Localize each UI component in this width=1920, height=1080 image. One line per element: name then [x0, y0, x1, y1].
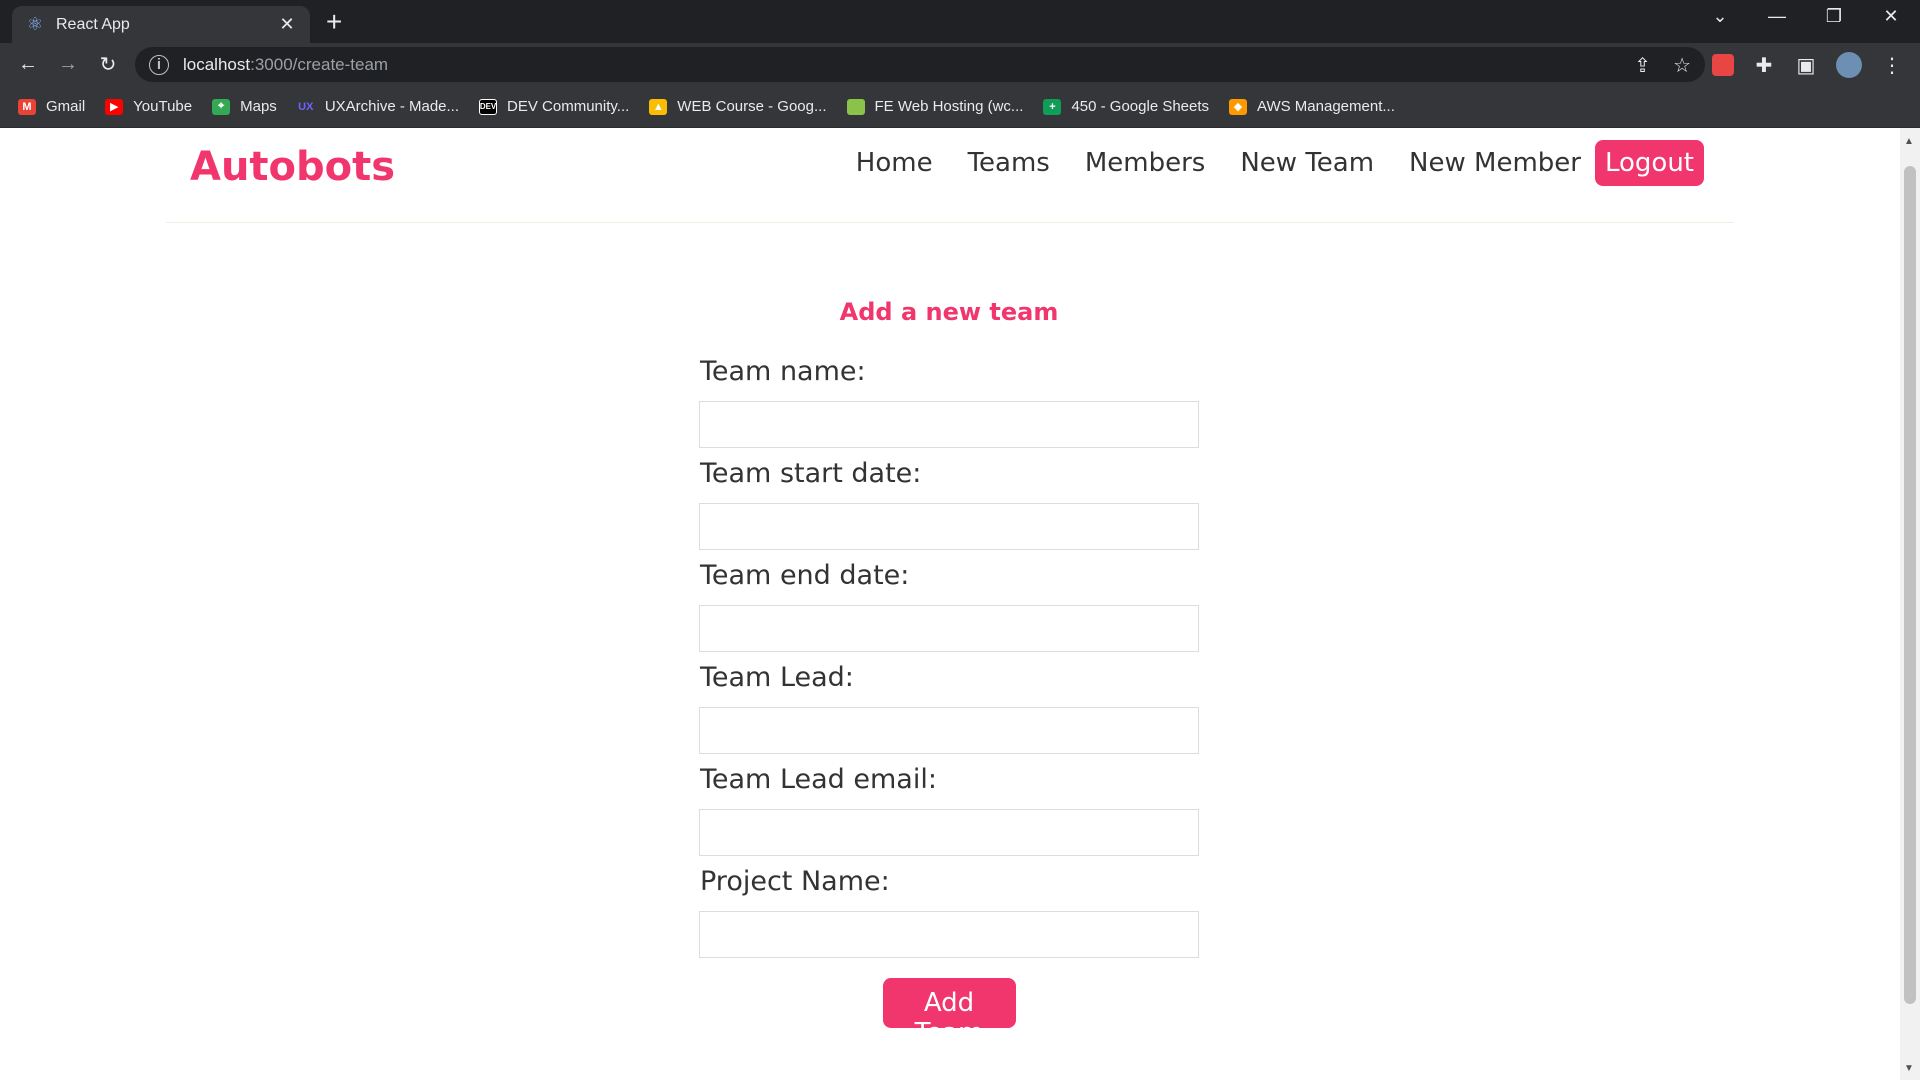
- create-team-form: Add a new team Team name: Team start dat…: [699, 298, 1199, 1048]
- gmail-icon: M: [18, 98, 36, 115]
- forward-icon[interactable]: →: [48, 53, 88, 76]
- team-lead-input[interactable]: [699, 707, 1199, 754]
- bookmark-sheets[interactable]: +450 - Google Sheets: [1043, 98, 1209, 115]
- submit-wrapper: Add Team: [699, 978, 1199, 1048]
- site-info-icon[interactable]: i: [149, 54, 169, 75]
- brand-logo[interactable]: Autobots: [190, 144, 395, 190]
- maps-icon: ⌖: [212, 98, 231, 115]
- extension-icon[interactable]: [1712, 54, 1734, 76]
- add-team-button[interactable]: Add Team: [882, 978, 1016, 1048]
- logout-button[interactable]: Logout: [1594, 140, 1704, 186]
- extensions-puzzle-icon[interactable]: ✚: [1752, 53, 1776, 78]
- nav-link-teams[interactable]: Teams: [968, 148, 1050, 178]
- team-lead-label: Team Lead:: [700, 662, 854, 693]
- bookmark-youtube[interactable]: ▶ YouTube: [105, 98, 192, 115]
- team-name-input[interactable]: [699, 401, 1199, 448]
- bookmark-label: Maps: [240, 98, 277, 115]
- reload-icon[interactable]: ↻: [88, 52, 128, 77]
- url-path: :3000/create-team: [250, 54, 389, 74]
- nav-links: Home Teams Members New Team New Member L…: [821, 140, 1704, 186]
- nav-link-home[interactable]: Home: [856, 148, 933, 178]
- tab-search-icon[interactable]: ⌄: [1700, 6, 1740, 27]
- bookmarks-bar: M Gmail ▶ YouTube ⌖ Maps UX UXArchive - Made…: [0, 86, 1920, 128]
- project-name-label: Project Name:: [700, 866, 890, 897]
- team-name-label: Team name:: [700, 356, 866, 387]
- bookmark-dev[interactable]: DEV DEV Community...: [479, 98, 629, 115]
- page-title: Add a new team: [839, 298, 1059, 326]
- page-icon: [846, 98, 865, 115]
- bookmark-fe-hosting[interactable]: FE Web Hosting (wc...: [846, 98, 1024, 115]
- side-panel-icon[interactable]: ▣: [1794, 53, 1818, 78]
- close-window-icon[interactable]: ✕: [1871, 6, 1911, 27]
- browser-tab[interactable]: ⚛ React App ✕: [12, 6, 310, 43]
- bookmark-star-icon[interactable]: ☆: [1673, 53, 1691, 78]
- project-name-input[interactable]: [699, 911, 1199, 958]
- team-start-date-label: Team start date:: [700, 458, 922, 489]
- team-start-date-input[interactable]: [699, 503, 1199, 550]
- restore-icon[interactable]: ❐: [1814, 6, 1854, 27]
- scroll-up-icon[interactable]: ▲: [1904, 136, 1914, 147]
- team-end-date-label: Team end date:: [700, 560, 910, 591]
- dev-icon: DEV: [479, 98, 498, 115]
- bookmark-label: DEV Community...: [507, 98, 630, 115]
- bookmark-web-course[interactable]: ▲ WEB Course - Goog...: [649, 98, 827, 115]
- nav-link-new-team[interactable]: New Team: [1240, 148, 1374, 178]
- page-scrollbar[interactable]: ▲ ▼: [1900, 128, 1920, 1080]
- ux-icon: UX: [296, 98, 315, 115]
- sheets-icon: +: [1043, 98, 1062, 115]
- menu-kebab-icon[interactable]: ⋮: [1880, 53, 1904, 78]
- close-tab-icon[interactable]: ✕: [276, 14, 298, 35]
- bookmark-maps[interactable]: ⌖ Maps: [212, 98, 277, 115]
- site-navbar: Autobots Home Teams Members New Team New…: [166, 128, 1734, 223]
- drive-icon: ▲: [649, 98, 668, 115]
- nav-link-new-member[interactable]: New Member: [1409, 148, 1581, 178]
- scroll-down-icon[interactable]: ▼: [1904, 1063, 1914, 1074]
- tab-title: React App: [56, 15, 130, 33]
- share-icon[interactable]: ⇪: [1634, 53, 1651, 78]
- bookmark-label: FE Web Hosting (wc...: [874, 98, 1024, 115]
- minimize-icon[interactable]: —: [1757, 6, 1797, 27]
- team-lead-email-input[interactable]: [699, 809, 1199, 856]
- bookmark-label: AWS Management...: [1257, 98, 1395, 115]
- bookmark-label: Gmail: [46, 98, 86, 115]
- bookmark-label: YouTube: [133, 98, 193, 115]
- youtube-icon: ▶: [105, 98, 124, 115]
- back-icon[interactable]: ←: [8, 53, 48, 76]
- address-bar[interactable]: i localhost:3000/create-team ⇪ ☆: [135, 47, 1705, 82]
- browser-toolbar: ← → ↻ i localhost:3000/create-team ⇪ ☆ ✚…: [0, 43, 1920, 86]
- bookmark-label: UXArchive - Made...: [324, 98, 460, 115]
- scrollbar-thumb[interactable]: [1904, 166, 1916, 1004]
- bookmark-uxarchive[interactable]: UX UXArchive - Made...: [296, 98, 460, 115]
- bookmark-aws[interactable]: ◆ AWS Management...: [1229, 98, 1395, 115]
- team-end-date-input[interactable]: [699, 605, 1199, 652]
- bookmark-label: 450 - Google Sheets: [1071, 98, 1210, 115]
- aws-icon: ◆: [1229, 98, 1248, 115]
- team-lead-email-label: Team Lead email:: [700, 764, 937, 795]
- new-tab-icon[interactable]: +: [326, 8, 342, 36]
- nav-link-members[interactable]: Members: [1085, 148, 1206, 178]
- bookmark-label: WEB Course - Goog...: [677, 98, 827, 115]
- react-icon: ⚛: [26, 14, 44, 34]
- profile-avatar[interactable]: [1836, 52, 1862, 78]
- page-viewport: Autobots Home Teams Members New Team New…: [0, 128, 1900, 1080]
- bookmark-gmail[interactable]: M Gmail: [18, 98, 85, 115]
- browser-tab-bar: ⚛ React App ✕ + ⌄ — ❐ ✕: [0, 0, 1920, 43]
- url-host: localhost: [183, 54, 251, 74]
